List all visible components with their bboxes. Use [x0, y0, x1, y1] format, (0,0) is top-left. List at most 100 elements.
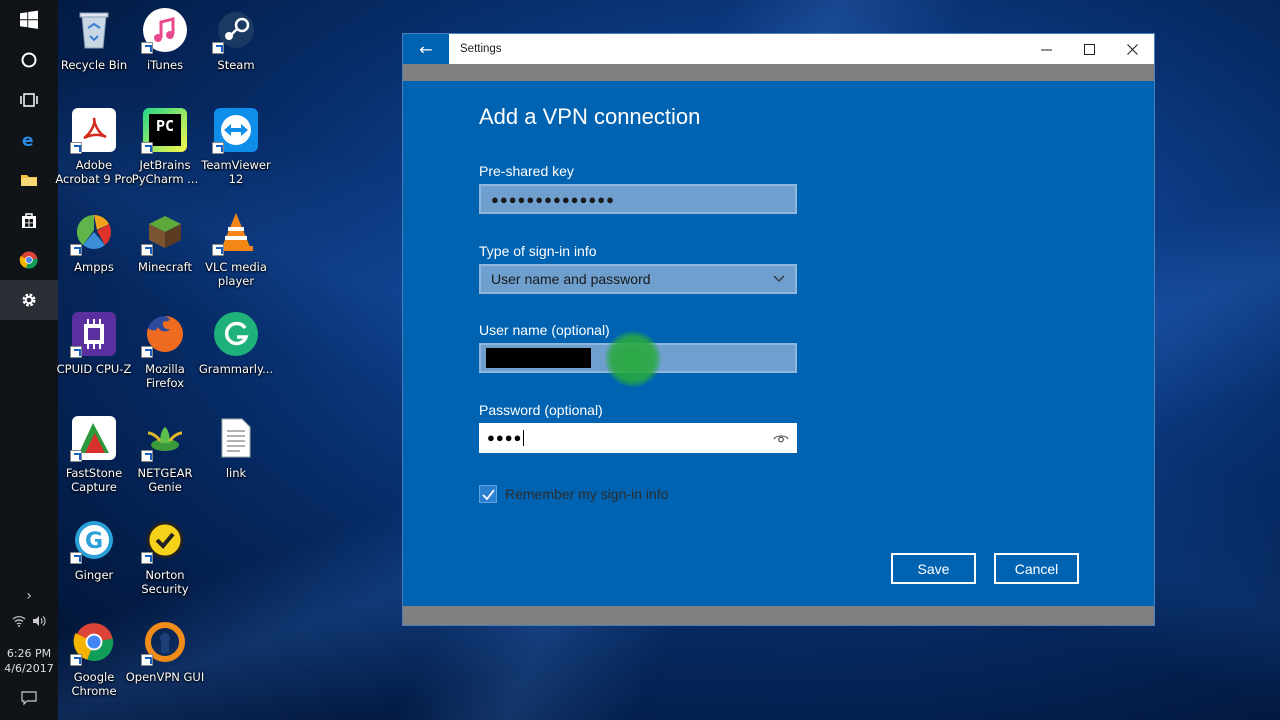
vlc-icon: [212, 210, 258, 256]
desktop-icon-recycle-bin[interactable]: Recycle Bin: [58, 8, 130, 72]
pycharm-icon: PC: [141, 108, 187, 154]
desktop-icon-label: OpenVPN GUI: [125, 670, 205, 684]
desktop-icon-netgear[interactable]: NETGEAR Genie: [129, 416, 201, 494]
desktop-icon-cpuz[interactable]: CPUID CPU-Z: [57, 312, 131, 376]
folder-icon: [21, 175, 37, 186]
netgear-icon: [141, 416, 187, 462]
desktop-icon-label: iTunes: [146, 58, 184, 72]
faststone-icon: [70, 416, 116, 462]
desktop-icon-itunes[interactable]: iTunes: [129, 8, 201, 72]
chrome-icon: [70, 620, 116, 666]
edge-taskbar-button[interactable]: e: [0, 120, 58, 160]
desktop-icon-chrome[interactable]: Google Chrome: [58, 620, 130, 698]
store-bag-icon: [22, 213, 36, 228]
remember-signin-checkbox[interactable]: [479, 485, 497, 503]
maximize-button[interactable]: [1068, 34, 1111, 64]
signin-type-dropdown[interactable]: User name and password: [479, 264, 797, 294]
preshared-key-value: ●●●●●●●●●●●●●●: [491, 191, 615, 207]
close-button[interactable]: [1111, 34, 1154, 64]
acrobat-icon: [70, 108, 116, 154]
desktop-icon-grammarly[interactable]: Grammarly...: [199, 312, 273, 376]
itunes-icon: [141, 8, 187, 54]
recycle-bin-icon: [72, 8, 116, 52]
settings-taskbar-button[interactable]: [0, 280, 58, 320]
desktop-icon-ampps[interactable]: Ampps: [58, 210, 130, 274]
wifi-icon[interactable]: [12, 615, 26, 630]
firefox-icon: [141, 312, 187, 358]
maximize-icon: [1084, 43, 1095, 55]
desktop-icon-teamviewer[interactable]: TeamViewer 12: [200, 108, 272, 186]
edge-icon: e: [22, 131, 34, 150]
save-button[interactable]: Save: [891, 553, 976, 584]
desktop-icon-label: TeamViewer 12: [201, 158, 271, 186]
system-tray: [12, 608, 46, 636]
preshared-key-field[interactable]: ●●●●●●●●●●●●●●: [479, 184, 797, 214]
desktop-icon-label: Google Chrome: [71, 670, 117, 698]
svg-text:e: e: [22, 131, 34, 150]
checkmark-icon: [481, 488, 495, 500]
windows-logo-icon: [20, 10, 38, 29]
chrome-taskbar-button[interactable]: [0, 240, 58, 280]
gear-icon: [22, 293, 36, 307]
show-hidden-icons-chevron-icon[interactable]: ›: [26, 584, 32, 608]
desktop-icon-pycharm[interactable]: PC JetBrains PyCharm ...: [129, 108, 201, 186]
reveal-password-button[interactable]: [773, 432, 795, 444]
notification-icon: [21, 691, 37, 705]
volume-icon[interactable]: [32, 615, 46, 630]
clock-time[interactable]: 6:26 PM: [7, 646, 51, 661]
minimize-button[interactable]: [1025, 34, 1068, 64]
task-view-icon: [20, 93, 38, 107]
back-arrow-icon: ←: [419, 39, 433, 59]
settings-window: ← Settings Add a VPN connection Pre-shar…: [402, 33, 1155, 626]
preshared-key-label: Pre-shared key: [479, 163, 574, 179]
signin-type-value: User name and password: [491, 271, 651, 287]
desktop-icon-acrobat[interactable]: Adobe Acrobat 9 Pro: [55, 108, 133, 186]
clock-date[interactable]: 4/6/2017: [4, 661, 53, 676]
remember-signin-row[interactable]: Remember my sign-in info: [479, 485, 668, 503]
mouse-cursor-highlight: [605, 331, 661, 387]
grammarly-icon: [214, 312, 258, 356]
file-explorer-taskbar-button[interactable]: [0, 160, 58, 200]
teamviewer-icon: [212, 108, 258, 154]
openvpn-icon: [141, 620, 187, 666]
desktop-icon-firefox[interactable]: Mozilla Firefox: [129, 312, 201, 390]
cancel-button[interactable]: Cancel: [994, 553, 1079, 584]
action-center-button[interactable]: [21, 676, 37, 720]
desktop-icon-ginger[interactable]: G Ginger: [58, 518, 130, 582]
cpuz-icon: [70, 312, 116, 358]
desktop-icon-label: Grammarly...: [198, 362, 274, 376]
desktop-icon-norton[interactable]: Norton Security: [129, 518, 201, 596]
store-taskbar-button[interactable]: [0, 200, 58, 240]
svg-text:G: G: [85, 529, 103, 554]
page-title: Add a VPN connection: [479, 104, 701, 129]
desktop-icon-minecraft[interactable]: Minecraft: [129, 210, 201, 274]
desktop-icon-label: Minecraft: [138, 260, 192, 274]
start-button[interactable]: [0, 0, 58, 40]
task-view-button[interactable]: [0, 80, 58, 120]
desktop-icon-vlc[interactable]: VLC media player: [200, 210, 272, 288]
desktop-icon-link-file[interactable]: link: [200, 416, 272, 480]
bottom-gray-band: [403, 606, 1154, 625]
minecraft-icon: [141, 210, 187, 256]
remember-signin-label: Remember my sign-in info: [505, 486, 669, 502]
eye-icon: [773, 435, 789, 443]
password-value: ●●●●: [487, 429, 523, 445]
desktop-icon-label: JetBrains PyCharm ...: [131, 158, 199, 186]
desktop-icon-faststone[interactable]: FastStone Capture: [58, 416, 130, 494]
desktop-icon-steam[interactable]: Steam: [200, 8, 272, 72]
close-icon: [1127, 43, 1138, 55]
desktop-icon-openvpn[interactable]: OpenVPN GUI: [126, 620, 204, 684]
password-field[interactable]: ●●●●: [479, 423, 797, 453]
username-label: User name (optional): [479, 322, 610, 338]
desktop-icon-grid: Recycle Bin Adobe Acrobat 9 Pro Ampps CP…: [55, 0, 278, 720]
cortana-button[interactable]: [0, 40, 58, 80]
minimize-icon: [1041, 49, 1052, 50]
desktop-icon-label: Recycle Bin: [60, 58, 128, 72]
back-button[interactable]: ←: [403, 34, 449, 64]
desktop-icon-label: Steam: [217, 58, 255, 72]
desktop-icon-label: Mozilla Firefox: [145, 362, 185, 390]
desktop-icon-label: VLC media player: [205, 260, 267, 288]
signin-type-label: Type of sign-in info: [479, 243, 597, 259]
title-bar: ← Settings: [403, 34, 1154, 64]
desktop-icon-label: link: [225, 466, 247, 480]
